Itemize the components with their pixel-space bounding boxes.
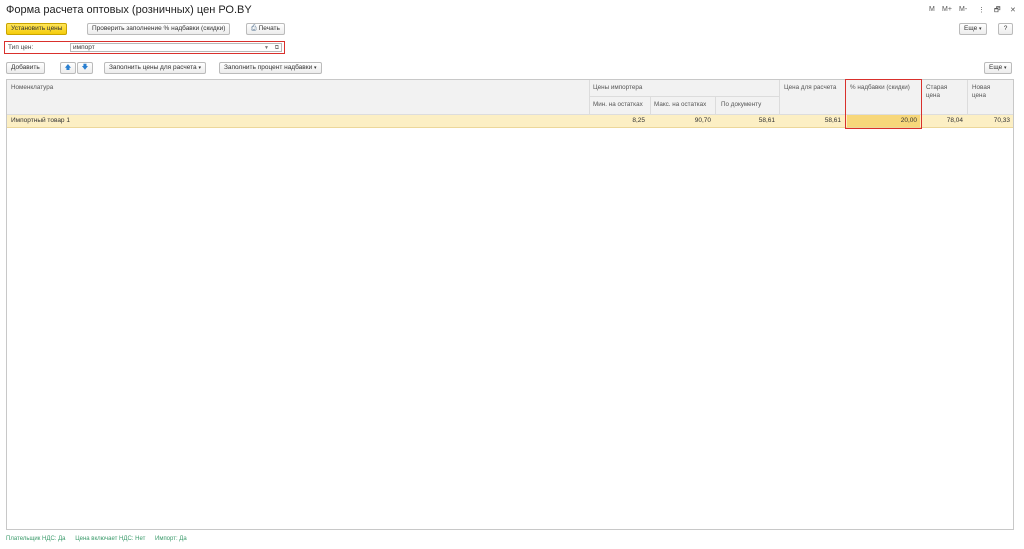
divider [589,96,779,97]
col-new-price-line1: Новая [972,84,991,91]
status-footer: Плательщик НДС: Да Цена включает НДС: Не… [6,536,195,542]
col-max-stock[interactable]: Макс. на остатках [654,101,706,109]
col-min-stock[interactable]: Мин. на остатках [593,101,643,109]
cell-min[interactable]: 8,25 [593,117,645,124]
divider [967,80,968,114]
divider [715,97,716,114]
help-button[interactable]: ? [998,23,1013,35]
print-label: Печать [258,25,280,32]
price-type-label: Тип цен: [8,44,34,51]
col-importer-prices: Цены импортера [593,84,643,91]
more-button-top[interactable]: Еще ▾ [959,23,987,35]
restore-window-icon[interactable]: 🗗 [994,6,1001,17]
col-old-price[interactable]: Старая цена [926,84,947,100]
cell-doc[interactable]: 58,61 [719,117,775,124]
divider [589,80,590,114]
page-title: Форма расчета оптовых (розничных) цен РО… [6,4,252,16]
more-label: Еще [964,25,978,32]
fill-percent-label: Заполнить процент надбавки [224,64,313,71]
price-type-value: импорт [73,44,95,51]
markup-column-highlight [845,79,922,129]
col-old-price-line2: цена [926,92,941,99]
fill-prices-button[interactable]: Заполнить цены для расчета ▾ [104,62,206,74]
set-prices-button[interactable]: Установить цены [6,23,68,35]
printer-icon: ⎙ [251,25,257,32]
col-by-document[interactable]: По документу [721,101,761,109]
cell-new[interactable]: 70,33 [969,117,1010,124]
chevron-down-icon: ▾ [979,26,982,32]
col-new-price-line2: цена [972,92,987,99]
divider [650,97,651,114]
price-type-input[interactable]: импорт ▼ ⧉ [70,43,282,52]
chevron-down-icon: ▾ [198,65,201,71]
vat-payer-status[interactable]: Плательщик НДС: Да [6,536,66,542]
cell-max[interactable]: 90,70 [654,117,711,124]
prices-table: Номенклатура Цены импортера Мин. на оста… [6,79,1014,530]
col-nomenclature[interactable]: Номенклатура [11,84,53,92]
more-menu-icon[interactable]: ⋮ [978,6,985,14]
memory-add-button[interactable]: M+ [942,6,952,13]
dropdown-arrow-icon[interactable]: ▼ [264,44,269,52]
add-button[interactable]: Добавить [6,62,45,74]
memory-clear-button[interactable]: M [929,6,935,13]
chevron-down-icon: ▾ [314,65,317,71]
col-new-price[interactable]: Новая цена [972,84,990,100]
print-button[interactable]: ⎙ Печать [246,23,285,35]
cell-old[interactable]: 78,04 [920,117,963,124]
move-down-icon[interactable]: 🡇 [77,62,93,74]
cell-calc[interactable]: 58,61 [784,117,841,124]
col-old-price-line1: Старая [926,84,948,91]
check-fill-button[interactable]: Проверить заполнение % надбавки (скидки) [87,23,231,35]
chevron-down-icon: ▾ [1004,65,1007,71]
open-icon[interactable]: ⧉ [275,44,279,52]
col-calc-price[interactable]: Цена для расчета [784,84,836,92]
close-icon[interactable]: ✕ [1010,6,1016,14]
price-type-field-group: Тип цен: импорт ▼ ⧉ [4,41,285,54]
more-label: Еще [989,64,1003,71]
cell-name[interactable]: Импортный товар 1 [11,117,70,124]
price-incl-vat-status[interactable]: Цена включает НДС: Нет [75,536,145,542]
more-button-table[interactable]: Еще ▾ [984,62,1012,74]
import-status[interactable]: Импорт: Да [155,536,187,542]
fill-percent-button[interactable]: Заполнить процент надбавки ▾ [219,62,322,74]
memory-subtract-button[interactable]: M- [959,6,967,13]
fill-prices-label: Заполнить цены для расчета [109,64,197,71]
move-up-icon[interactable]: 🡅 [60,62,76,74]
divider [779,80,780,114]
